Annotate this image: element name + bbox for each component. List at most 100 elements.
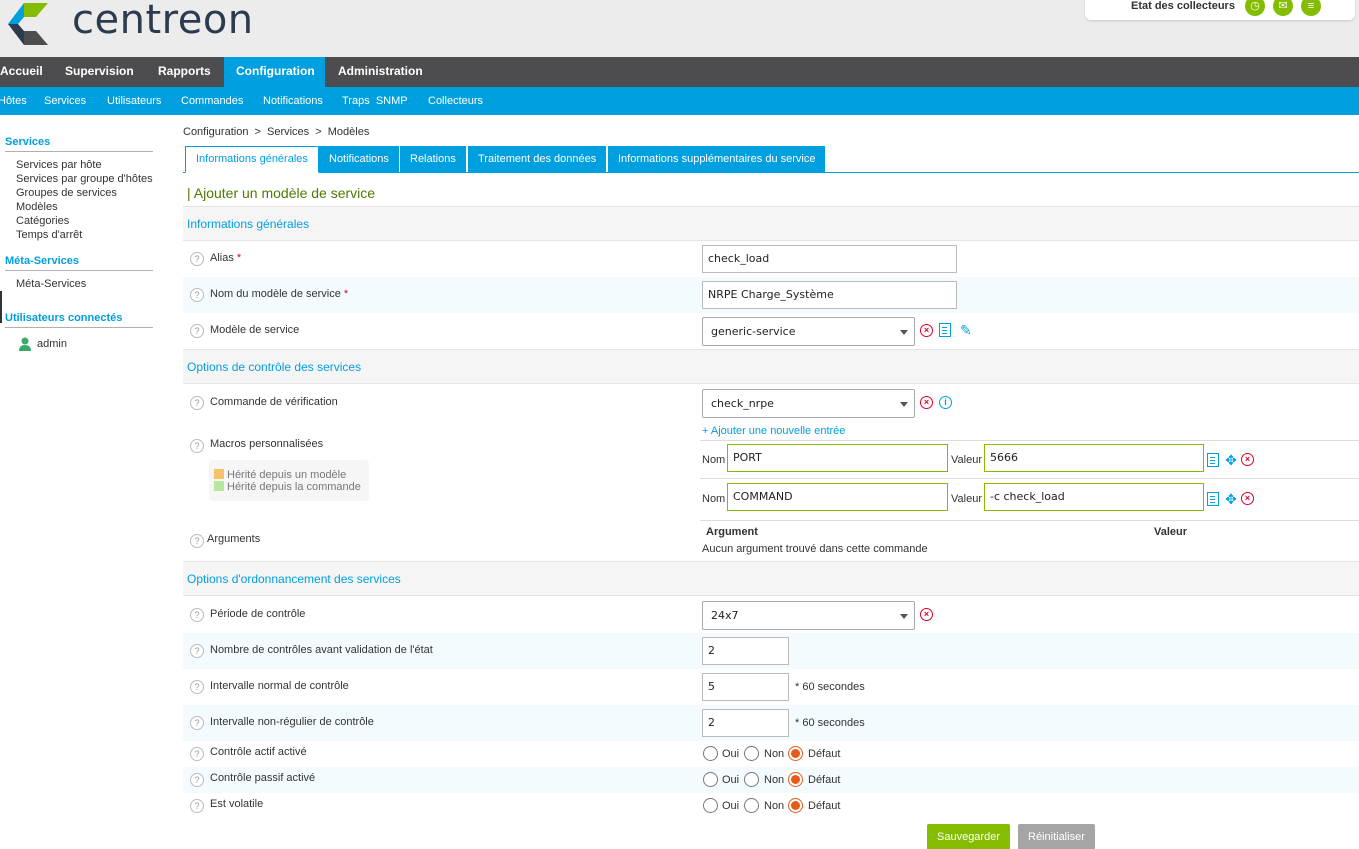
radio-non-label: Non xyxy=(764,800,785,812)
form-tabs: Informations générales Notifications Rel… xyxy=(183,146,1359,173)
reset-button[interactable]: Réinitialiser xyxy=(1018,824,1095,849)
sidebar-item-services-par-hote[interactable]: Services par hôte xyxy=(16,159,102,171)
tab-relations[interactable]: Relations xyxy=(400,146,466,172)
centreon-logo[interactable]: centreon xyxy=(4,0,264,47)
help-icon[interactable]: ? xyxy=(190,252,204,266)
sidebar-title-connected-users: Utilisateurs connectés xyxy=(5,312,153,328)
radio-defaut[interactable] xyxy=(788,772,803,787)
radio-defaut[interactable] xyxy=(788,746,803,761)
radio-oui[interactable] xyxy=(703,798,718,813)
macro-name-input[interactable]: COMMAND xyxy=(727,483,948,511)
macro-name-input[interactable]: PORT xyxy=(727,444,948,472)
tab-informations-generales[interactable]: Informations générales xyxy=(185,146,319,173)
normal-interval-input[interactable]: 5 xyxy=(702,673,789,701)
menu-administration[interactable]: Administration xyxy=(326,57,435,87)
database-icon[interactable]: ≡ xyxy=(1301,0,1321,16)
radio-non[interactable] xyxy=(744,746,759,761)
custom-macros-label: Macros personnalisées xyxy=(210,438,324,450)
clear-icon[interactable]: × xyxy=(920,608,933,621)
radio-oui[interactable] xyxy=(703,772,718,787)
sidebar-item-groupes-de-services[interactable]: Groupes de services xyxy=(16,187,117,199)
macro-name-label: Nom xyxy=(702,493,726,505)
move-icon[interactable]: ✥ xyxy=(1224,492,1238,506)
service-template-select[interactable]: generic-service xyxy=(702,317,915,346)
sidebar-item-services-par-groupe[interactable]: Services par groupe d'hôtes xyxy=(16,173,153,185)
submenu-collecteurs[interactable]: Collecteurs xyxy=(428,87,483,115)
breadcrumb-separator: > xyxy=(254,126,261,138)
legend-swatch xyxy=(214,481,224,491)
help-icon[interactable]: ? xyxy=(190,324,204,338)
row-template-name: ? Nom du modèle de service * NRPE Charge… xyxy=(183,277,1359,313)
tab-notifications[interactable]: Notifications xyxy=(319,146,399,172)
clear-icon[interactable]: × xyxy=(920,324,933,337)
check-command-select[interactable]: check_nrpe xyxy=(702,389,915,418)
submenu-notifications[interactable]: Notifications xyxy=(263,87,323,115)
help-icon[interactable]: ? xyxy=(190,799,204,813)
sidebar-item-categories[interactable]: Catégories xyxy=(16,215,69,227)
sidebar-item-modeles[interactable]: Modèles xyxy=(16,201,58,213)
service-template-value: generic-service xyxy=(711,325,796,338)
help-icon[interactable]: ? xyxy=(190,644,204,658)
view-template-icon[interactable] xyxy=(939,323,951,337)
sidebar-title-meta-services[interactable]: Méta-Services xyxy=(5,255,153,271)
help-icon[interactable]: ? xyxy=(190,747,204,761)
legend-command: Hérité depuis la commande xyxy=(214,481,361,493)
sidebar-title-services[interactable]: Services xyxy=(5,136,153,152)
form-title: | Ajouter un modèle de service xyxy=(187,185,376,201)
delete-macro-icon[interactable]: × xyxy=(1241,492,1254,505)
delete-macro-icon[interactable]: × xyxy=(1241,453,1254,466)
submenu-hotes[interactable]: Hôtes xyxy=(0,87,27,115)
radio-non[interactable] xyxy=(744,798,759,813)
breadcrumb-modeles[interactable]: Modèles xyxy=(328,126,370,138)
submenu-commandes[interactable]: Commandes xyxy=(181,87,243,115)
breadcrumb-services[interactable]: Services xyxy=(267,126,309,138)
mail-icon[interactable]: ✉ xyxy=(1273,0,1293,16)
max-attempts-input[interactable]: 2 xyxy=(702,637,789,665)
move-icon[interactable]: ✥ xyxy=(1224,453,1238,467)
sidebar-item-temps-arret[interactable]: Temps d'arrêt xyxy=(16,229,82,241)
check-period-select[interactable]: 24x7 xyxy=(702,601,915,630)
macro-value-input[interactable]: -c check_load xyxy=(984,483,1204,511)
radio-defaut[interactable] xyxy=(788,798,803,813)
row-check-command: ? Commande de vérification check_nrpe × … xyxy=(183,384,1359,420)
clear-icon[interactable]: × xyxy=(920,396,933,409)
tab-traitement-des-donnees[interactable]: Traitement des données xyxy=(468,146,607,172)
connected-user-admin[interactable]: admin xyxy=(37,338,67,350)
help-icon[interactable]: ? xyxy=(190,439,204,453)
submenu-services[interactable]: Services xyxy=(44,87,86,115)
alias-input[interactable]: check_load xyxy=(702,245,957,273)
macro-value-input[interactable]: 5666 xyxy=(984,444,1204,472)
macro-description-icon[interactable] xyxy=(1207,492,1219,506)
tab-informations-supplementaires[interactable]: Informations supplémentaires du service xyxy=(608,146,826,172)
template-name-input[interactable]: NRPE Charge_Système xyxy=(702,281,957,309)
help-icon[interactable]: ? xyxy=(190,534,204,548)
help-icon[interactable]: ? xyxy=(190,680,204,694)
menu-rapports[interactable]: Rapports xyxy=(146,57,223,87)
help-icon[interactable]: ? xyxy=(190,288,204,302)
check-command-label: Commande de vérification xyxy=(210,396,338,408)
radio-oui[interactable] xyxy=(703,746,718,761)
menu-supervision[interactable]: Supervision xyxy=(53,57,146,87)
help-icon[interactable]: ? xyxy=(190,608,204,622)
menu-configuration[interactable]: Configuration xyxy=(224,57,325,87)
macro-description-icon[interactable] xyxy=(1207,453,1219,467)
help-icon[interactable]: ? xyxy=(190,716,204,730)
sidebar-item-meta-services[interactable]: Méta-Services xyxy=(16,278,86,290)
add-macro-link[interactable]: + Ajouter une nouvelle entrée xyxy=(702,425,845,437)
retry-interval-input[interactable]: 2 xyxy=(702,709,789,737)
info-icon[interactable]: i xyxy=(939,396,952,409)
sidebar: Services Services par hôte Services par … xyxy=(0,115,160,849)
save-button[interactable]: Sauvegarder xyxy=(927,824,1010,849)
menu-accueil[interactable]: Accueil xyxy=(0,57,55,87)
submenu-utilisateurs[interactable]: Utilisateurs xyxy=(107,87,161,115)
pencil-icon[interactable]: ✎ xyxy=(960,323,974,337)
breadcrumb-configuration[interactable]: Configuration xyxy=(183,126,248,138)
help-icon[interactable]: ? xyxy=(190,396,204,410)
chevron-down-icon xyxy=(900,330,908,335)
submenu-traps-snmp[interactable]: Traps SNMP xyxy=(342,87,408,115)
radio-non[interactable] xyxy=(744,772,759,787)
section-scheduling-title: Options d'ordonnancement des services xyxy=(187,572,401,586)
help-icon[interactable]: ? xyxy=(190,773,204,787)
legend-template: Hérité depuis un modèle xyxy=(214,469,346,481)
clock-icon[interactable]: ◷ xyxy=(1245,0,1265,16)
